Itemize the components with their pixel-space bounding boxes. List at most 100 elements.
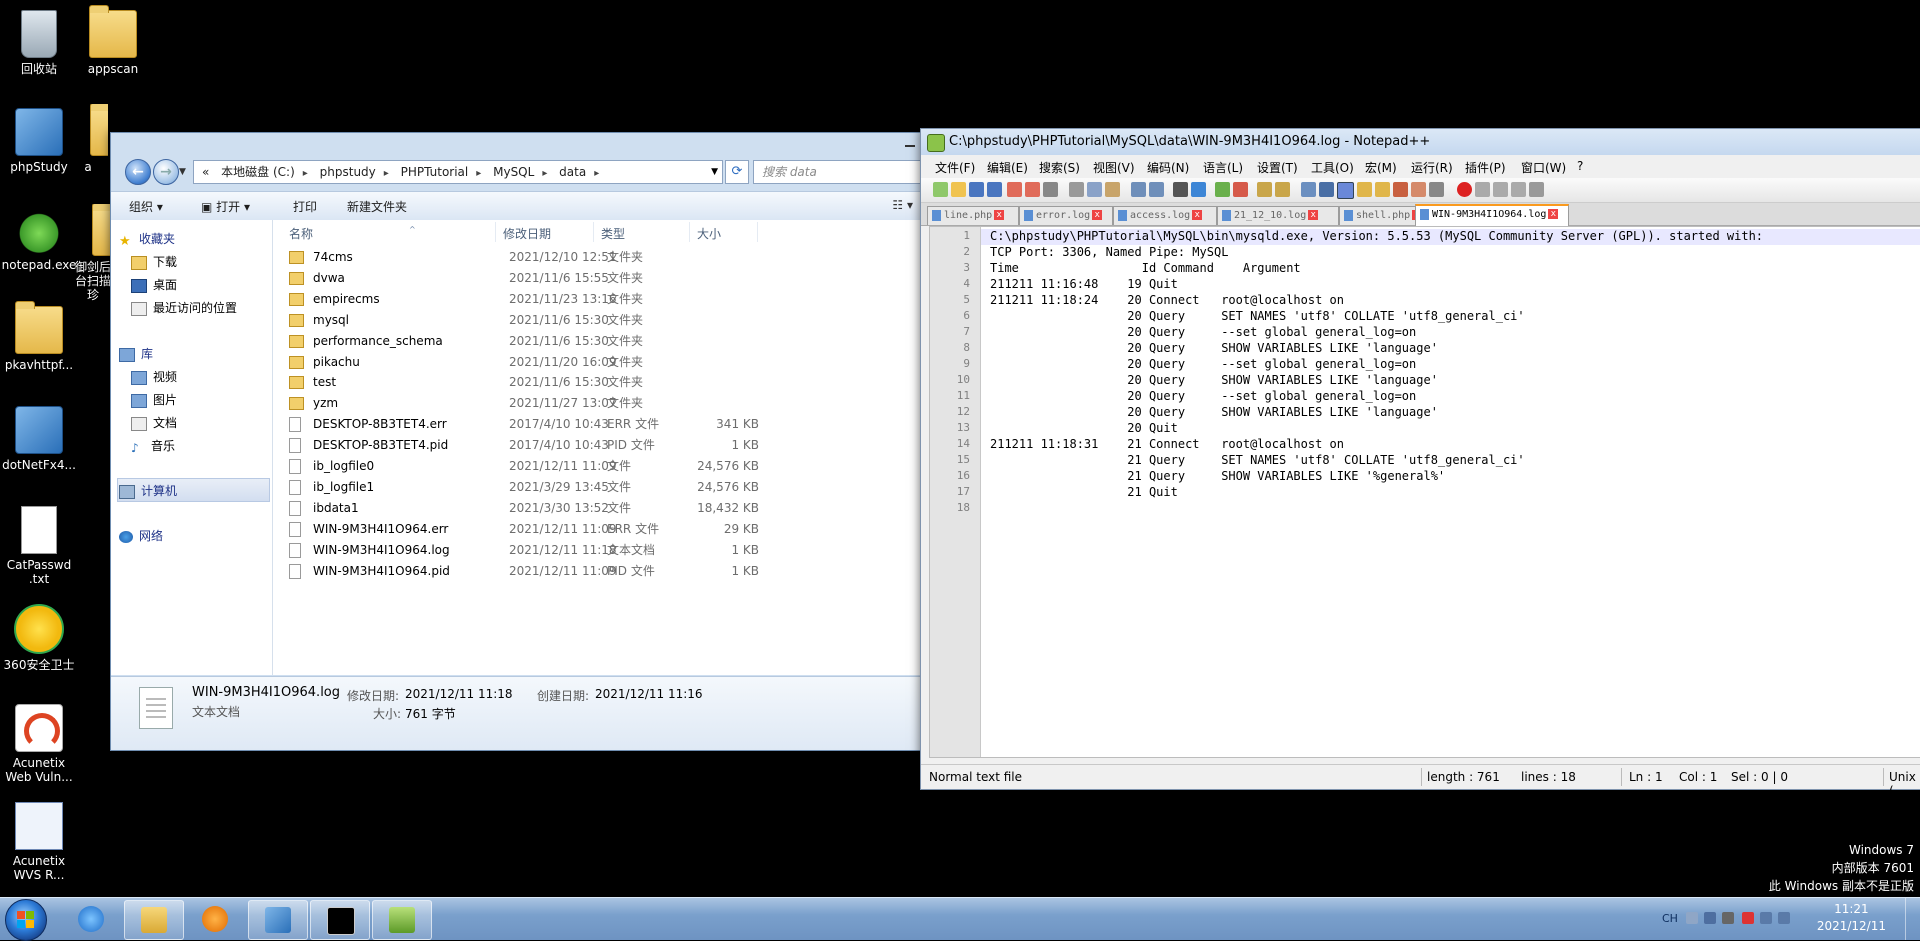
word-wrap-icon[interactable] (1301, 182, 1316, 197)
desktop-icon-360[interactable]: 360安全卫士 (0, 600, 84, 672)
taskbar-phpstudy[interactable] (248, 900, 308, 940)
run-multiple-macro-icon[interactable] (1511, 182, 1526, 197)
file-row[interactable]: ibdata1 2021/3/30 13:52 文件 18,432 KB (283, 498, 843, 518)
column-type[interactable]: 类型 (601, 225, 625, 242)
help-icon[interactable] (1704, 912, 1716, 924)
file-row[interactable]: 74cms 2021/12/10 12:51 文件夹 (283, 247, 843, 267)
taskbar-explorer[interactable] (124, 900, 184, 940)
close-tab-icon[interactable]: x (1548, 209, 1559, 219)
column-size[interactable]: 大小 (697, 225, 721, 242)
breadcrumb-phptutorial[interactable]: PHPTutorial (401, 165, 469, 179)
save-all-icon[interactable] (987, 182, 1002, 197)
nav-item-documents[interactable]: 文档 (131, 414, 177, 431)
search-input[interactable]: 搜索 data (753, 160, 923, 184)
address-bar[interactable]: « 本地磁盘 (C:) ▸ phpstudy ▸ PHPTutorial ▸ MySQ… (193, 160, 723, 184)
desktop-icon-notepad[interactable]: notepad.exe (0, 204, 84, 272)
file-row[interactable]: test 2021/11/6 15:30 文件夹 (283, 372, 843, 392)
find-icon[interactable] (1173, 182, 1188, 197)
menu-macro[interactable]: 宏(M) (1365, 159, 1397, 176)
taskbar-media-player[interactable] (186, 900, 244, 938)
tab-line-php[interactable]: line.php x (927, 206, 1019, 225)
menu-settings[interactable]: 设置(T) (1257, 159, 1298, 176)
action-center-icon[interactable] (1742, 912, 1754, 924)
column-date[interactable]: 修改日期 (503, 225, 551, 242)
close-file-icon[interactable] (1007, 182, 1022, 197)
print-icon[interactable] (1043, 182, 1058, 197)
menu-tools[interactable]: 工具(O) (1311, 159, 1354, 176)
zoom-out-icon[interactable] (1233, 182, 1248, 197)
user-lang-icon[interactable] (1357, 182, 1372, 197)
nav-item-music[interactable]: ♪ 音乐 (131, 437, 175, 455)
show-all-chars-icon[interactable] (1319, 182, 1334, 197)
file-row[interactable]: WIN-9M3H4I1O964.pid 2021/12/11 11:09 PID 文… (283, 561, 843, 581)
file-row[interactable]: ib_logfile1 2021/3/29 13:45 文件 24,576 KB (283, 477, 843, 497)
column-name[interactable]: 名称 (289, 225, 313, 242)
close-tab-icon[interactable]: x (994, 210, 1005, 220)
file-row[interactable]: dvwa 2021/11/6 15:55 文件夹 (283, 268, 843, 288)
show-desktop-button[interactable] (1905, 898, 1920, 940)
nav-item-videos[interactable]: 视频 (131, 368, 177, 385)
forward-button[interactable]: → (153, 159, 179, 185)
tab-access-log[interactable]: access.log x (1113, 206, 1217, 225)
tab-21-12-10-log[interactable]: 21_12_10.log x (1217, 206, 1339, 225)
copy-icon[interactable] (1087, 182, 1102, 197)
organize-button[interactable]: 组织 ▾ (129, 198, 163, 215)
sync-scroll-h-icon[interactable] (1275, 182, 1290, 197)
nav-favorites[interactable]: ★ 收藏夹 (119, 230, 175, 249)
file-row[interactable]: yzm 2021/11/27 13:07 文件夹 (283, 393, 843, 413)
breadcrumb-mysql[interactable]: MySQL (493, 165, 534, 179)
nav-network[interactable]: 网络 (119, 527, 163, 544)
nav-libraries[interactable]: 库 (119, 345, 153, 362)
breadcrumb-drive[interactable]: 本地磁盘 (C:) (221, 165, 295, 179)
nav-item-pictures[interactable]: 图片 (131, 391, 177, 408)
menu-file[interactable]: 文件(F) (935, 159, 975, 176)
desktop-icon-yujian[interactable]: 御剑后台扫描珍 (74, 204, 112, 302)
new-file-icon[interactable] (933, 182, 948, 197)
history-dropdown-icon[interactable]: ▼ (179, 167, 186, 177)
menu-edit[interactable]: 编辑(E) (987, 159, 1028, 176)
nav-computer[interactable]: 计算机 (119, 482, 177, 499)
save-macro-icon[interactable] (1529, 182, 1544, 197)
desktop-icon-a[interactable]: a (68, 104, 108, 174)
close-tab-icon[interactable]: x (1308, 210, 1319, 220)
menu-run[interactable]: 运行(R) (1411, 159, 1453, 176)
taskbar-cmd[interactable] (310, 900, 370, 940)
save-icon[interactable] (969, 182, 984, 197)
stop-macro-icon[interactable] (1475, 182, 1490, 197)
record-macro-icon[interactable] (1457, 182, 1472, 197)
refresh-icon[interactable]: ⟳ (725, 160, 749, 184)
tab-error-log[interactable]: error.log x (1019, 206, 1113, 225)
menu-view[interactable]: 视图(V) (1093, 159, 1135, 176)
desktop-icon-dotnetfx[interactable]: dotNetFx4... (0, 402, 84, 472)
doc-map-icon[interactable] (1375, 182, 1390, 197)
undo-icon[interactable] (1131, 182, 1146, 197)
input-language[interactable]: CH (1662, 912, 1678, 925)
cut-icon[interactable] (1069, 182, 1084, 197)
indent-guide-icon[interactable] (1337, 182, 1354, 199)
network-icon[interactable] (1760, 912, 1772, 924)
file-row[interactable]: DESKTOP-8B3TET4.pid 2017/4/10 10:43 PID 文件… (283, 435, 843, 455)
keyboard-icon[interactable] (1686, 912, 1698, 924)
new-folder-button[interactable]: 新建文件夹 (347, 198, 407, 215)
file-row[interactable]: WIN-9M3H4I1O964.log 2021/12/11 11:18 文本文档 1… (283, 540, 843, 560)
play-macro-icon[interactable] (1493, 182, 1508, 197)
menu-help[interactable]: ? (1577, 159, 1583, 173)
folder-workspace-icon[interactable] (1411, 182, 1426, 197)
menu-encoding[interactable]: 编码(N) (1147, 159, 1189, 176)
redo-icon[interactable] (1149, 182, 1164, 197)
file-row[interactable]: mysql 2021/11/6 15:30 文件夹 (283, 310, 843, 330)
desktop-icon-acunetix-wvs[interactable]: Acunetix WVS R... (0, 798, 84, 882)
file-row[interactable]: ib_logfile0 2021/12/11 11:09 文件 24,576 KB (283, 456, 843, 476)
tray-expand-icon[interactable] (1722, 912, 1734, 924)
breadcrumb-overflow[interactable]: « (202, 165, 209, 179)
file-row[interactable]: DESKTOP-8B3TET4.err 2017/4/10 10:43 ERR 文件… (283, 414, 843, 434)
back-button[interactable]: ← (125, 159, 151, 185)
nav-item-downloads[interactable]: 下载 (131, 253, 177, 270)
menu-language[interactable]: 语言(L) (1203, 159, 1243, 176)
function-list-icon[interactable] (1393, 182, 1408, 197)
menu-search[interactable]: 搜索(S) (1039, 159, 1080, 176)
volume-icon[interactable] (1778, 912, 1790, 924)
monitoring-icon[interactable] (1429, 182, 1444, 197)
replace-icon[interactable] (1191, 182, 1206, 197)
file-row[interactable]: empirecms 2021/11/23 13:16 文件夹 (283, 289, 843, 309)
